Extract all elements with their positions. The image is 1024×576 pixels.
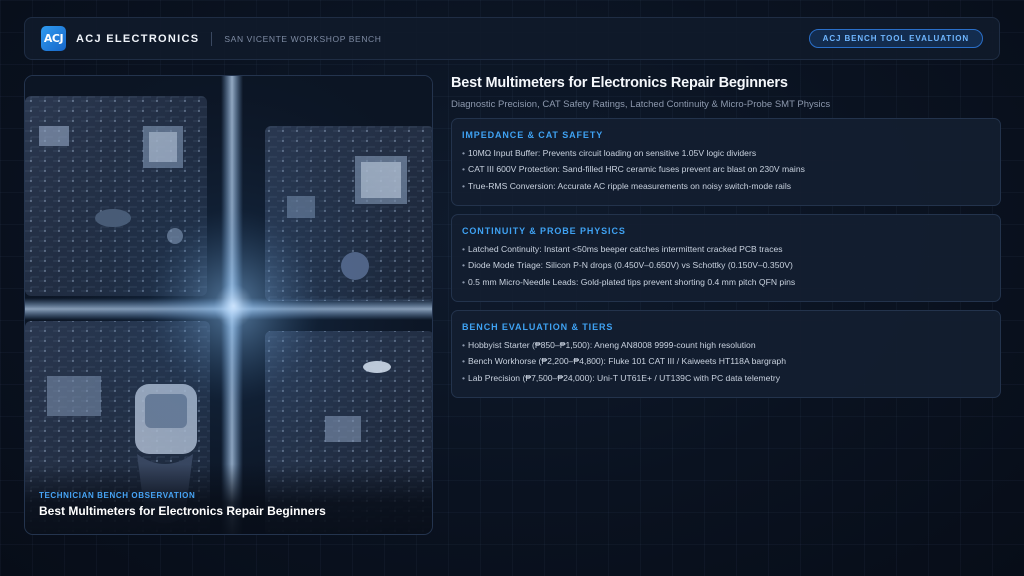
bullet-icon: • bbox=[462, 180, 466, 191]
bullet-icon: • bbox=[462, 260, 466, 271]
section-impedance-cat-safety: IMPEDANCE & CAT SAFETY • 10MΩ Input Buffe… bbox=[451, 118, 1001, 206]
list-item: • 10MΩ Input Buffer: Prevents circuit loa… bbox=[462, 145, 990, 161]
brand-logo[interactable]: ACJ bbox=[41, 26, 66, 51]
article-subtitle: Diagnostic Precision, CAT Safety Ratings… bbox=[451, 99, 831, 110]
photo-caption: TECHNICIAN BENCH OBSERVATION Best Multim… bbox=[25, 464, 432, 534]
list-item-text: Diode Mode Triage: Silicon P-N drops (0.… bbox=[468, 260, 793, 271]
list-item-text: True-RMS Conversion: Accurate AC ripple … bbox=[468, 180, 792, 191]
list-item: • Bench Workhorse (₱2,200–₱4,800): Fluke … bbox=[462, 353, 990, 369]
top-header-bar: ACJ ACJ ELECTRONICS SAN VICENTE WORKSHOP… bbox=[24, 17, 1000, 60]
section-title: BENCH EVALUATION & TIERS bbox=[462, 322, 614, 332]
bullet-icon: • bbox=[462, 148, 466, 158]
section-title: CONTINUITY & PROBE PHYSICS bbox=[462, 226, 626, 236]
list-item: • Latched Continuity: Instant <50ms beepe… bbox=[462, 241, 990, 257]
list-item-text: CAT III 600V Protection: Sand-filled HRC… bbox=[468, 164, 805, 175]
bullet-icon: • bbox=[462, 164, 466, 175]
article-header: Best Multimeters for Electronics Repair … bbox=[451, 75, 1001, 110]
bullet-icon: • bbox=[462, 276, 466, 287]
list-item-text: Hobbyist Starter (₱850–₱1,500): Aneng AN… bbox=[468, 340, 756, 350]
brand-name: ACJ ELECTRONICS bbox=[76, 32, 200, 45]
photo-title: Best Multimeters for Electronics Repair … bbox=[39, 504, 326, 518]
list-item: • 0.5 mm Micro-Needle Leads: Gold-plated … bbox=[462, 274, 990, 290]
list-item: • True-RMS Conversion: Accurate AC ripple… bbox=[462, 178, 990, 194]
bullet-icon: • bbox=[462, 340, 466, 350]
list-item-text: 0.5 mm Micro-Needle Leads: Gold-plated t… bbox=[468, 276, 796, 287]
list-item: • CAT III 600V Protection: Sand-filled HR… bbox=[462, 161, 990, 177]
list-item-text: Bench Workhorse (₱2,200–₱4,800): Fluke 1… bbox=[468, 356, 786, 367]
section-title: IMPEDANCE & CAT SAFETY bbox=[462, 130, 604, 140]
list-item-text: Lab Precision (₱7,500–₱24,000): Uni-T UT… bbox=[468, 372, 781, 383]
list-item-text: 10MΩ Input Buffer: Prevents circuit load… bbox=[468, 148, 757, 158]
section-continuity-probe-physics: CONTINUITY & PROBE PHYSICS • Latched Cont… bbox=[451, 214, 1001, 302]
bullet-icon: • bbox=[462, 244, 466, 254]
bench-photo-card[interactable]: TECHNICIAN BENCH OBSERVATION Best Multim… bbox=[24, 75, 433, 535]
list-item-text: Latched Continuity: Instant <50ms beeper… bbox=[468, 244, 783, 254]
bullet-icon: • bbox=[462, 372, 466, 383]
list-item: • Hobbyist Starter (₱850–₱1,500): Aneng A… bbox=[462, 337, 990, 353]
section-bench-evaluation-tiers: BENCH EVALUATION & TIERS • Hobbyist Start… bbox=[451, 310, 1001, 398]
article-title: Best Multimeters for Electronics Repair … bbox=[451, 75, 788, 91]
photo-kicker: TECHNICIAN BENCH OBSERVATION bbox=[39, 491, 196, 500]
list-item: • Lab Precision (₱7,500–₱24,000): Uni-T U… bbox=[462, 370, 990, 386]
workshop-location: SAN VICENTE WORKSHOP BENCH bbox=[224, 33, 382, 44]
list-item: • Diode Mode Triage: Silicon P-N drops (0… bbox=[462, 257, 990, 273]
header-divider bbox=[211, 31, 213, 46]
evaluation-badge[interactable]: ACJ BENCH TOOL EVALUATION bbox=[808, 29, 983, 48]
bullet-icon: • bbox=[462, 356, 466, 367]
